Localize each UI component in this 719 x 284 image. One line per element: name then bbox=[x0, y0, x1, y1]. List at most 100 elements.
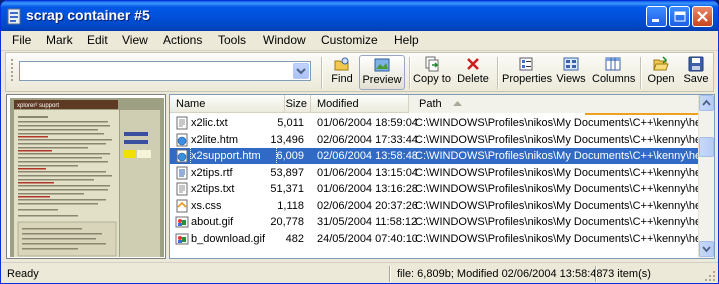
cell-size: 5,011 bbox=[277, 117, 304, 129]
table-row[interactable]: x2tips.rtf 53,897 01/06/2004 13:15:04 C:\WI… bbox=[170, 165, 705, 181]
css-file-icon bbox=[176, 199, 188, 212]
menu-bar: File Mark Edit View Actions Tools Window… bbox=[1, 31, 718, 51]
open-button[interactable]: Open bbox=[646, 55, 676, 90]
column-header-size[interactable]: Size bbox=[285, 95, 311, 113]
htm-file-icon bbox=[176, 149, 188, 163]
cell-modified: 02/06/2004 17:33:44 bbox=[317, 133, 417, 146]
properties-button[interactable]: Properties bbox=[502, 55, 552, 90]
cell-modified: 02/06/2004 20:37:26 bbox=[317, 199, 417, 212]
cell-modified: 01/06/2004 13:16:28 bbox=[317, 183, 417, 195]
menu-customize[interactable]: Customize bbox=[321, 33, 378, 47]
table-row[interactable]: x2lite.htm 13,496 02/06/2004 17:33:44 C:\WI… bbox=[170, 132, 705, 148]
cell-size: 51,371 bbox=[270, 183, 304, 195]
toolbar: Find Preview Copy to Delete Properties V… bbox=[5, 52, 714, 92]
status-bar: Ready file: 6,809b; Modified 02/06/2004 … bbox=[1, 262, 718, 283]
delete-button[interactable]: Delete bbox=[456, 55, 490, 90]
menu-view[interactable]: View bbox=[122, 33, 148, 47]
window-title: scrap container #5 bbox=[26, 7, 150, 23]
chevron-up-icon bbox=[702, 99, 711, 106]
app-icon bbox=[7, 8, 21, 25]
menu-window[interactable]: Window bbox=[263, 33, 306, 47]
column-header-modified[interactable]: Modified bbox=[311, 95, 409, 113]
status-divider bbox=[389, 266, 391, 282]
cell-modified: 31/05/2004 11:58:12 bbox=[317, 216, 417, 228]
cell-path: C:\WINDOWS\Profiles\nikos\My Documents\C… bbox=[415, 199, 705, 212]
maximize-icon bbox=[674, 11, 686, 22]
views-icon bbox=[563, 57, 579, 71]
views-button[interactable]: Views bbox=[555, 55, 587, 90]
copy-to-icon bbox=[425, 56, 439, 72]
find-button[interactable]: Find bbox=[326, 55, 358, 90]
cell-modified: 01/06/2004 13:15:04 bbox=[317, 166, 417, 179]
scroll-up-button[interactable] bbox=[699, 95, 714, 111]
maximize-button[interactable] bbox=[669, 6, 690, 27]
menu-tools[interactable]: Tools bbox=[218, 33, 246, 47]
combo-dropdown-button[interactable] bbox=[293, 63, 309, 79]
columns-button[interactable]: Columns bbox=[592, 55, 635, 90]
save-icon bbox=[688, 56, 704, 72]
save-button[interactable]: Save bbox=[681, 55, 711, 90]
cell-size: 6,009 bbox=[276, 150, 304, 162]
column-header-path[interactable]: Path bbox=[409, 95, 700, 113]
menu-actions[interactable]: Actions bbox=[163, 33, 202, 47]
vertical-scrollbar[interactable] bbox=[698, 95, 714, 258]
minimize-button[interactable] bbox=[646, 6, 667, 27]
menu-edit[interactable]: Edit bbox=[87, 33, 108, 47]
table-row[interactable]: x2tips.txt 51,371 01/06/2004 13:16:28 C:\WI… bbox=[170, 181, 705, 197]
preview-pane[interactable]: xplorer² support bbox=[6, 94, 166, 259]
cell-path: C:\WINDOWS\Profiles\nikos\My Documents\C… bbox=[415, 150, 705, 162]
resize-grip-icon[interactable] bbox=[704, 270, 716, 282]
scroll-down-button[interactable] bbox=[699, 241, 714, 257]
scroll-thumb[interactable] bbox=[699, 137, 714, 157]
toolbar-separator bbox=[497, 57, 499, 89]
cell-size: 482 bbox=[285, 232, 304, 245]
status-file-info: file: 6,809b; Modified 02/06/2004 13:58:… bbox=[397, 268, 603, 280]
status-state: Ready bbox=[7, 268, 39, 280]
cell-path: C:\WINDOWS\Profiles\nikos\My Documents\C… bbox=[415, 166, 705, 179]
chevron-down-icon bbox=[702, 246, 711, 253]
table-row[interactable]: xs.css 1,118 02/06/2004 20:37:26 C:\WINDOWS… bbox=[170, 198, 705, 214]
cell-modified: 24/05/2004 07:40:10 bbox=[317, 232, 417, 245]
minimize-icon bbox=[652, 19, 659, 22]
toolbar-separator bbox=[321, 57, 323, 89]
txt-file-icon bbox=[176, 116, 188, 130]
cell-path: C:\WINDOWS\Profiles\nikos\My Documents\C… bbox=[415, 183, 705, 195]
columns-icon bbox=[605, 57, 621, 71]
cell-size: 53,897 bbox=[270, 166, 304, 179]
file-list[interactable]: Name Size Modified Path x2lic.txt 5,011 01… bbox=[169, 94, 715, 259]
preview-doc-title: xplorer² support bbox=[17, 103, 59, 109]
delete-icon bbox=[467, 58, 479, 70]
toolbar-separator bbox=[409, 57, 411, 89]
copy-to-button[interactable]: Copy to bbox=[413, 55, 451, 90]
menu-mark[interactable]: Mark bbox=[46, 33, 73, 47]
cell-modified: 01/06/2004 18:59:04 bbox=[317, 117, 417, 129]
cell-size: 13,496 bbox=[270, 133, 304, 146]
status-item-count: 73 item(s) bbox=[602, 268, 651, 280]
htm-file-icon bbox=[176, 133, 188, 146]
gif-file-icon bbox=[175, 216, 189, 228]
toolbar-separator bbox=[640, 57, 642, 89]
menu-file[interactable]: File bbox=[12, 33, 31, 47]
cell-path: C:\WINDOWS\Profiles\nikos\My Documents\C… bbox=[415, 216, 705, 228]
path-combobox[interactable] bbox=[19, 61, 311, 81]
table-row[interactable]: x2support.htm 6,009 02/06/2004 13:58:48 C:\… bbox=[170, 147, 705, 165]
table-row[interactable]: b_download.gif 482 24/05/2004 07:40:10 C:\W… bbox=[170, 231, 705, 247]
close-icon bbox=[697, 11, 708, 22]
table-row[interactable]: about.gif 20,778 31/05/2004 11:58:12 C:\WIN… bbox=[170, 214, 705, 230]
app-window: scrap container #5 File Mark Edit View A… bbox=[0, 0, 719, 284]
gif-file-icon bbox=[175, 233, 189, 244]
preview-button[interactable]: Preview bbox=[359, 55, 405, 90]
menu-help[interactable]: Help bbox=[394, 33, 419, 47]
toolbar-grip-icon[interactable] bbox=[10, 59, 14, 85]
cell-path: C:\WINDOWS\Profiles\nikos\My Documents\C… bbox=[415, 117, 705, 129]
find-icon bbox=[334, 57, 349, 71]
column-header-name[interactable]: Name bbox=[170, 95, 285, 113]
preview-icon bbox=[374, 58, 390, 72]
sort-ascending-icon bbox=[452, 101, 462, 107]
rtf-file-icon bbox=[176, 166, 188, 179]
table-row[interactable]: x2lic.txt 5,011 01/06/2004 18:59:04 C:\WIND… bbox=[170, 115, 705, 131]
cell-size: 20,778 bbox=[270, 216, 304, 228]
title-bar[interactable]: scrap container #5 bbox=[1, 1, 718, 31]
hover-indicator bbox=[585, 113, 698, 115]
close-button[interactable] bbox=[692, 6, 713, 27]
